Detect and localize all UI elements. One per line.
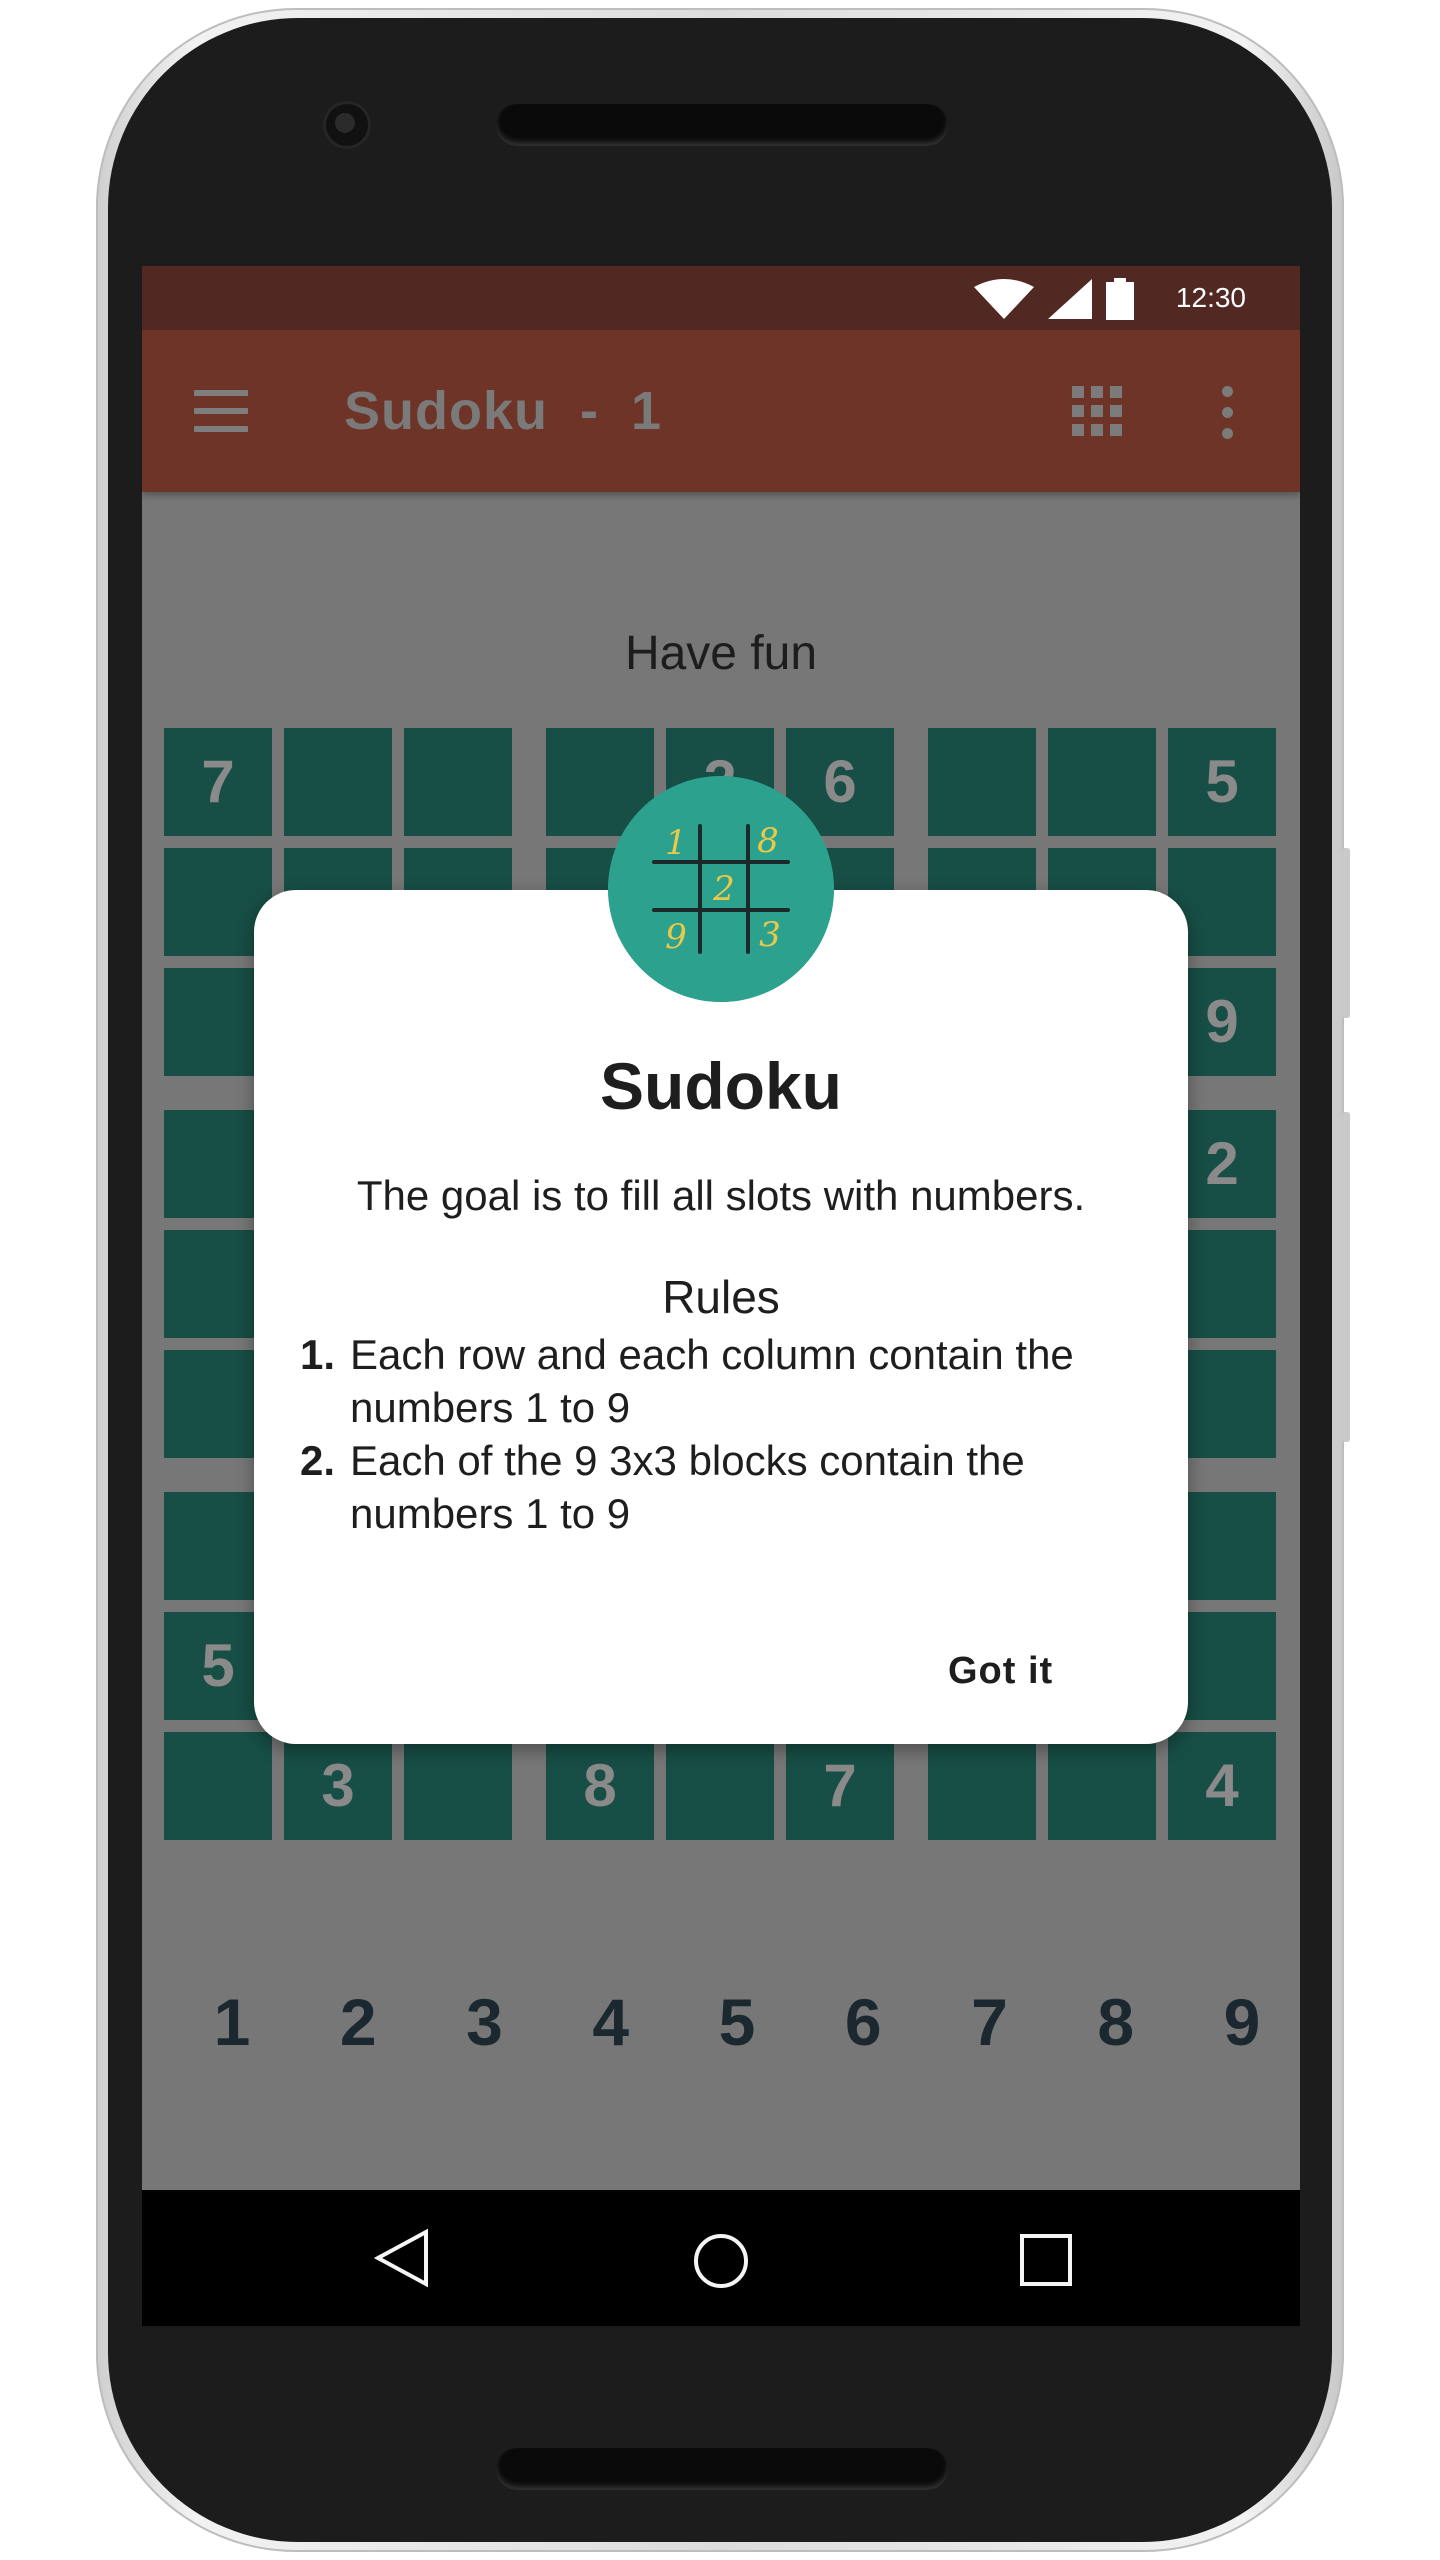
board-cell[interactable] [404,728,512,836]
board-cell[interactable] [1048,1732,1156,1840]
bottom-speaker [496,2448,948,2490]
more-vert-icon[interactable] [1222,386,1234,440]
board-cell[interactable]: 8 [546,1732,654,1840]
board-cell[interactable] [1048,728,1156,836]
status-time: 12:30 [1175,282,1246,313]
board-cell[interactable] [404,1732,512,1840]
logo-digit-1: 1 [665,823,687,863]
grid-apps-icon[interactable] [1072,386,1122,436]
board-cell[interactable] [928,728,1036,836]
numpad-key-2[interactable]: 2 [318,1984,398,2074]
app-bar: Sudoku - 1 [142,330,1300,492]
board-cell[interactable] [164,1732,272,1840]
screen: 12:30 Sudoku - 1 Have fun 72659253874 1 … [142,266,1300,2326]
rule-number: 2. [300,1437,336,1484]
rule-number: 1. [300,1331,336,1378]
rule-item: 1. Each row and each column contain the … [294,1328,1154,1434]
nav-home-icon[interactable] [694,2234,748,2288]
dialog-title: Sudoku [600,1049,842,1123]
numpad-key-9[interactable]: 9 [1202,1984,1282,2074]
board-cell[interactable]: 7 [164,728,272,836]
numpad-key-4[interactable]: 4 [571,1984,651,2074]
rule-text: Each of the 9 3x3 blocks contain the num… [350,1437,1025,1537]
rules-heading: Rules [662,1271,780,1323]
status-bar: 12:30 [142,266,1300,330]
board-cell[interactable] [666,1732,774,1840]
volume-button [1342,848,1350,1018]
power-button [1342,1112,1350,1442]
board-cell[interactable]: 5 [1168,728,1276,836]
signal-icon [1048,279,1092,319]
board-cell[interactable] [928,1732,1036,1840]
rules-dialog: Sudoku The goal is to fill all slots wit… [254,890,1188,1744]
status-icons [974,278,1134,320]
app-title: Sudoku - 1 [344,381,663,441]
nav-recent-icon[interactable] [1020,2234,1072,2286]
sudoku-logo-icon: 1 8 2 9 3 [608,776,834,1002]
got-it-button[interactable]: Got it [948,1650,1053,1693]
numpad-key-1[interactable]: 1 [192,1984,272,2074]
board-cell[interactable]: 4 [1168,1732,1276,1840]
hamburger-menu-icon[interactable] [194,390,248,432]
rules-list: 1. Each row and each column contain the … [294,1328,1154,1540]
battery-icon [1106,278,1134,320]
number-pad: 1 2 3 4 5 6 7 8 9 [192,1984,1282,2074]
rule-text: Each row and each column contain the num… [350,1331,1074,1431]
wifi-icon [974,279,1034,319]
logo-digit-9: 9 [665,917,687,957]
earpiece-speaker [496,104,948,146]
board-cell[interactable] [284,728,392,836]
logo-digit-8: 8 [757,821,779,861]
subtitle: Have fun [624,627,818,680]
numpad-key-7[interactable]: 7 [950,1984,1030,2074]
numpad-key-3[interactable]: 3 [445,1984,525,2074]
numpad-key-5[interactable]: 5 [697,1984,777,2074]
nav-back-icon[interactable] [372,2228,432,2288]
rule-item: 2. Each of the 9 3x3 blocks contain the … [294,1434,1154,1540]
dialog-goal-text: The goal is to fill all slots with numbe… [356,1172,1086,1219]
numpad-key-8[interactable]: 8 [1076,1984,1156,2074]
board-cell[interactable]: 7 [786,1732,894,1840]
numpad-key-6[interactable]: 6 [823,1984,903,2074]
logo-digit-2: 2 [712,869,735,909]
logo-digit-3: 3 [759,915,781,955]
front-camera [326,104,368,146]
navigation-bar [142,2190,1300,2326]
board-cell[interactable]: 3 [284,1732,392,1840]
